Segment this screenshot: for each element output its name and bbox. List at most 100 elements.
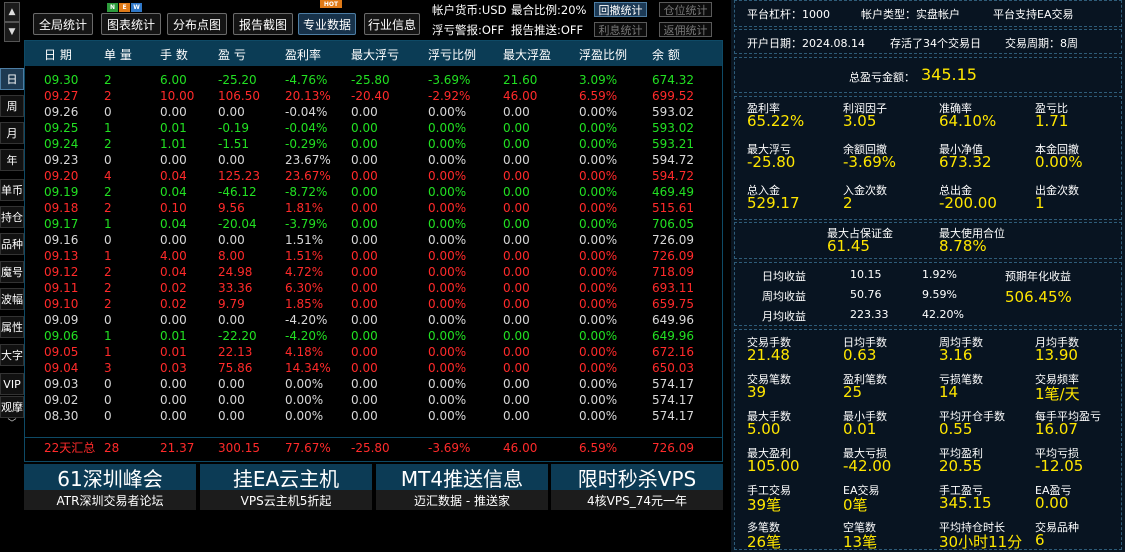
table-row[interactable]: 09.11 2 0.02 33.36 6.30% 0.00 0.00% 0.00 0.00% 69…	[25, 280, 722, 296]
sidebar-button-year[interactable]: 年	[0, 149, 24, 171]
sidebar-button-holding[interactable]: 持仓	[0, 206, 24, 228]
industry-info-button[interactable]: 行业信息	[364, 13, 420, 35]
header-max-float-profit[interactable]: 最大浮盈	[503, 46, 551, 63]
promo-banner[interactable]: 挂EA云主机 VPS云主机5折起	[200, 464, 372, 510]
cell-float-loss-ratio: 0.00%	[428, 201, 467, 215]
promo-subtitle[interactable]: ATR深圳交易者论坛	[24, 490, 196, 510]
table-row[interactable]: 09.06 1 0.01 -22.20 -4.20% 0.00 0.00% 0.00 0.00%…	[25, 328, 722, 344]
promo-banner[interactable]: 限时秒杀VPS 4核VPS_74元一年	[551, 464, 723, 510]
cell-float-loss-ratio: 0.00%	[428, 297, 467, 311]
cell-profit-rate: 0.00%	[285, 377, 324, 391]
table-row[interactable]: 09.30 2 6.00 -25.20 -4.76% -25.80 -3.69% 21.60 3…	[25, 72, 722, 88]
header-float-loss-ratio[interactable]: 浮亏比例	[428, 46, 476, 63]
scroll-up-arrow-icon[interactable]: ▲	[4, 2, 20, 22]
cell-lots: 0.00	[160, 409, 187, 423]
float-warn-info[interactable]: 浮亏警报:OFF	[432, 22, 504, 38]
sidebar-button-day[interactable]: 日	[0, 68, 24, 90]
table-header: 日 期 单 量 手 数 盈 亏 盈利率 最大浮亏 浮亏比例 最大浮盈 浮盈比例 余 额	[25, 41, 722, 66]
promo-title[interactable]: MT4推送信息	[376, 464, 548, 491]
header-date[interactable]: 日 期	[44, 46, 72, 63]
drawdown-stats-button[interactable]: 回撤统计	[594, 2, 647, 17]
cell-max-float-profit: 0.00	[503, 409, 530, 423]
sidebar-button-symbol[interactable]: 品种	[0, 233, 24, 255]
cell-count: 2	[104, 73, 112, 87]
sidebar-button-month[interactable]: 月	[0, 122, 24, 144]
rebate-stats-button[interactable]: 返佣统计	[659, 22, 712, 37]
cell-profit-rate: 23.67%	[285, 169, 331, 183]
promo-title[interactable]: 限时秒杀VPS	[551, 464, 723, 491]
header-lots[interactable]: 手 数	[160, 46, 188, 63]
sidebar-button-vip[interactable]: VIP	[0, 373, 24, 395]
header-count[interactable]: 单 量	[104, 46, 132, 63]
promo-subtitle[interactable]: 迈汇数据 - 推送家	[376, 490, 548, 510]
table-row[interactable]: 09.12 2 0.04 24.98 4.72% 0.00 0.00% 0.00 0.00% 71…	[25, 264, 722, 280]
table-row[interactable]: 09.16 0 0.00 0.00 1.51% 0.00 0.00% 0.00 0.00% 726…	[25, 232, 722, 248]
table-row[interactable]: 09.04 3 0.03 75.86 14.34% 0.00 0.00% 0.00 0.00% 6…	[25, 360, 722, 376]
cell-max-float-profit: 0.00	[503, 345, 530, 359]
table-row[interactable]: 09.13 1 4.00 8.00 1.51% 0.00 0.00% 0.00 0.00% 726…	[25, 248, 722, 264]
cell-max-float-loss: 0.00	[351, 281, 378, 295]
sidebar-button-large-font[interactable]: 大字	[0, 344, 24, 366]
income-value: 50.76	[850, 288, 882, 301]
interest-stats-button[interactable]: 利息统计	[594, 22, 647, 37]
promo-banner[interactable]: 61深圳峰会 ATR深圳交易者论坛	[24, 464, 196, 510]
promo-subtitle[interactable]: 4核VPS_74元一年	[551, 490, 723, 510]
cell-max-float-profit: 0.00	[503, 265, 530, 279]
scroll-down-arrow-icon[interactable]: ▼	[4, 22, 20, 42]
header-pl[interactable]: 盈 亏	[218, 46, 246, 63]
sidebar-button-observe[interactable]: 观摩	[0, 396, 24, 418]
table-row[interactable]: 09.05 1 0.01 22.13 4.18% 0.00 0.00% 0.00 0.00% 67…	[25, 344, 722, 360]
pro-data-button[interactable]: 专业数据	[298, 13, 356, 35]
table-row[interactable]: 09.10 2 0.02 9.79 1.85% 0.00 0.00% 0.00 0.00% 659…	[25, 296, 722, 312]
table-row[interactable]: 09.03 0 0.00 0.00 0.00% 0.00 0.00% 0.00 0.00% 574…	[25, 376, 722, 392]
cell-max-float-profit: 46.00	[503, 89, 538, 103]
table-row[interactable]: 09.20 4 0.04 125.23 23.67% 0.00 0.00% 0.00 0.00%…	[25, 168, 722, 184]
table-row[interactable]: 09.02 0 0.00 0.00 0.00% 0.00 0.00% 0.00 0.00% 574…	[25, 392, 722, 408]
cell-max-float-loss: -20.40	[351, 89, 390, 103]
promo-title[interactable]: 挂EA云主机	[200, 464, 372, 491]
table-row[interactable]: 08.30 0 0.00 0.00 0.00% 0.00 0.00% 0.00 0.00% 574…	[25, 408, 722, 424]
table-row[interactable]: 09.24 2 1.01 -1.51 -0.29% 0.00 0.00% 0.00 0.00% 5…	[25, 136, 722, 152]
table-row[interactable]: 09.18 2 0.10 9.56 1.81% 0.00 0.00% 0.00 0.00% 515…	[25, 200, 722, 216]
cell-float-loss-ratio: 0.00%	[428, 217, 467, 231]
table-row[interactable]: 09.25 1 0.01 -0.19 -0.04% 0.00 0.00% 0.00 0.00% 5…	[25, 120, 722, 136]
position-stats-button[interactable]: 仓位统计	[659, 2, 712, 17]
table-row[interactable]: 09.19 2 0.04 -46.12 -8.72% 0.00 0.00% 0.00 0.00%…	[25, 184, 722, 200]
sidebar-button-magic[interactable]: 魔号	[0, 261, 24, 283]
header-float-profit-ratio[interactable]: 浮盈比例	[579, 46, 627, 63]
cell-lots: 0.00	[160, 393, 187, 407]
header-profit-rate[interactable]: 盈利率	[285, 46, 321, 63]
report-screenshot-button[interactable]: 报告截图	[233, 13, 293, 35]
table-row[interactable]: 09.09 0 0.00 0.00 -4.20% 0.00 0.00% 0.00 0.00% 64…	[25, 312, 722, 328]
cell-profit-rate: 1.51%	[285, 249, 324, 263]
report-push-info[interactable]: 报告推送:OFF	[511, 22, 583, 38]
header-max-float-loss[interactable]: 最大浮亏	[351, 46, 399, 63]
sidebar-button-week[interactable]: 周	[0, 95, 24, 117]
header-balance[interactable]: 余 额	[652, 46, 680, 63]
cell-profit-rate: -0.04%	[285, 121, 328, 135]
sidebar-button-volatility[interactable]: 波幅	[0, 288, 24, 310]
table-row[interactable]: 09.27 2 10.00 106.50 20.13% -20.40 -2.92% 46.00…	[25, 88, 722, 104]
cell-pl: 33.36	[218, 281, 253, 295]
cell-balance: 726.09	[652, 233, 694, 247]
income-value: 1.92%	[922, 268, 957, 281]
chart-stats-button[interactable]: 图表统计	[101, 13, 161, 35]
promo-subtitle[interactable]: VPS云主机5折起	[200, 490, 372, 510]
stat-value: 0.00	[1035, 494, 1069, 512]
promo-title[interactable]: 61深圳峰会	[24, 464, 196, 491]
cell-float-profit-ratio: 0.00%	[579, 393, 618, 407]
sidebar-button-single-currency[interactable]: 单币	[0, 179, 24, 201]
table-row[interactable]: 09.17 1 0.04 -20.04 -3.79% 0.00 0.00% 0.00 0.00%…	[25, 216, 722, 232]
cell-max-float-profit: 0.00	[503, 377, 530, 391]
cell-float-profit-ratio: 0.00%	[579, 265, 618, 279]
chevron-down-icon[interactable]: ﹀	[4, 416, 20, 430]
sidebar-button-property[interactable]: 属性	[0, 316, 24, 338]
promo-banner[interactable]: MT4推送信息 迈汇数据 - 推送家	[376, 464, 548, 510]
cell-balance: 699.52	[652, 89, 694, 103]
global-stats-button[interactable]: 全局统计	[33, 13, 93, 35]
distribution-chart-button[interactable]: 分布点图	[167, 13, 227, 35]
cell-float-loss-ratio: 0.00%	[428, 393, 467, 407]
cell-lots: 0.02	[160, 281, 187, 295]
table-row[interactable]: 09.23 0 0.00 0.00 23.67% 0.00 0.00% 0.00 0.00% 59…	[25, 152, 722, 168]
table-row[interactable]: 09.26 0 0.00 0.00 -0.04% 0.00 0.00% 0.00 0.00% 59…	[25, 104, 722, 120]
